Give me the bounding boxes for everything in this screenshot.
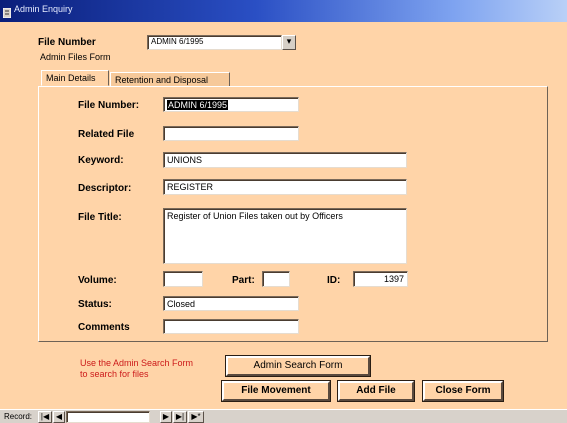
tab-retention-and-disposal[interactable]: Retention and Disposal — [110, 72, 230, 86]
id-label: ID: — [327, 275, 341, 286]
volume-label: Volume: — [78, 275, 117, 286]
last-record-icon: ▶| — [175, 412, 185, 421]
record-navigation-bar: Record: |◀ ◀ ▶ ▶| ▶* — [0, 409, 567, 423]
volume-field[interactable] — [163, 271, 203, 287]
related-file-label: Related File — [78, 129, 135, 140]
first-record-icon: |◀ — [40, 412, 50, 421]
previous-record-button[interactable]: ◀ — [53, 411, 65, 423]
next-record-button[interactable]: ▶ — [160, 411, 172, 423]
related-file-field[interactable] — [163, 126, 299, 141]
help-text: Use the Admin Search Form to search for … — [80, 358, 194, 379]
descriptor-field[interactable]: REGISTER — [163, 179, 407, 195]
file-number-label: File Number: — [78, 100, 140, 111]
file-title-label: File Title: — [78, 212, 122, 223]
record-label: Record: — [4, 412, 33, 421]
tab-label: Main Details — [46, 73, 96, 83]
new-record-button[interactable]: ▶* — [188, 411, 204, 423]
next-record-icon: ▶ — [162, 412, 170, 421]
record-number-field[interactable] — [66, 411, 150, 423]
window-title: Admin Enquiry — [14, 4, 73, 14]
part-field[interactable] — [262, 271, 290, 287]
title-bar[interactable]: Admin Enquiry — [0, 0, 567, 22]
file-title-field[interactable]: Register of Union Files taken out by Off… — [163, 208, 407, 264]
button-label: Add File — [356, 385, 396, 396]
keyword-field[interactable]: UNIONS — [163, 152, 407, 168]
admin-search-form-button[interactable]: Admin Search Form — [225, 355, 371, 377]
chevron-down-icon: ▾ — [286, 36, 292, 46]
tab-main-details[interactable]: Main Details — [41, 70, 109, 86]
last-record-button[interactable]: ▶| — [173, 411, 187, 423]
button-label: Close Form — [435, 385, 491, 396]
id-field[interactable]: 1397 — [353, 271, 408, 287]
header-file-number-label: File Number — [38, 37, 96, 48]
button-label: File Movement — [241, 385, 311, 396]
file-number-value: ADMIN 6/1995 — [167, 100, 229, 110]
tab-label: Retention and Disposal — [115, 75, 209, 85]
file-movement-button[interactable]: File Movement — [221, 380, 331, 402]
file-number-combobox[interactable]: ADMIN 6/1995 — [147, 35, 282, 50]
form-subtitle: Admin Files Form — [40, 52, 111, 62]
window-icon — [2, 5, 12, 19]
combo-dropdown-button[interactable]: ▾ — [282, 35, 296, 50]
button-label: Admin Search Form — [253, 360, 343, 371]
status-label: Status: — [78, 299, 112, 310]
descriptor-label: Descriptor: — [78, 183, 132, 194]
file-number-field[interactable]: ADMIN 6/1995 — [163, 97, 299, 112]
new-record-icon: ▶* — [191, 412, 201, 421]
part-label: Part: — [232, 275, 255, 286]
close-form-button[interactable]: Close Form — [422, 380, 504, 402]
status-field[interactable]: Closed — [163, 296, 299, 311]
comments-label: Comments — [78, 322, 130, 333]
add-file-button[interactable]: Add File — [337, 380, 415, 402]
previous-record-icon: ◀ — [55, 412, 63, 421]
keyword-label: Keyword: — [78, 155, 124, 166]
first-record-button[interactable]: |◀ — [38, 411, 52, 423]
comments-field[interactable] — [163, 319, 299, 334]
